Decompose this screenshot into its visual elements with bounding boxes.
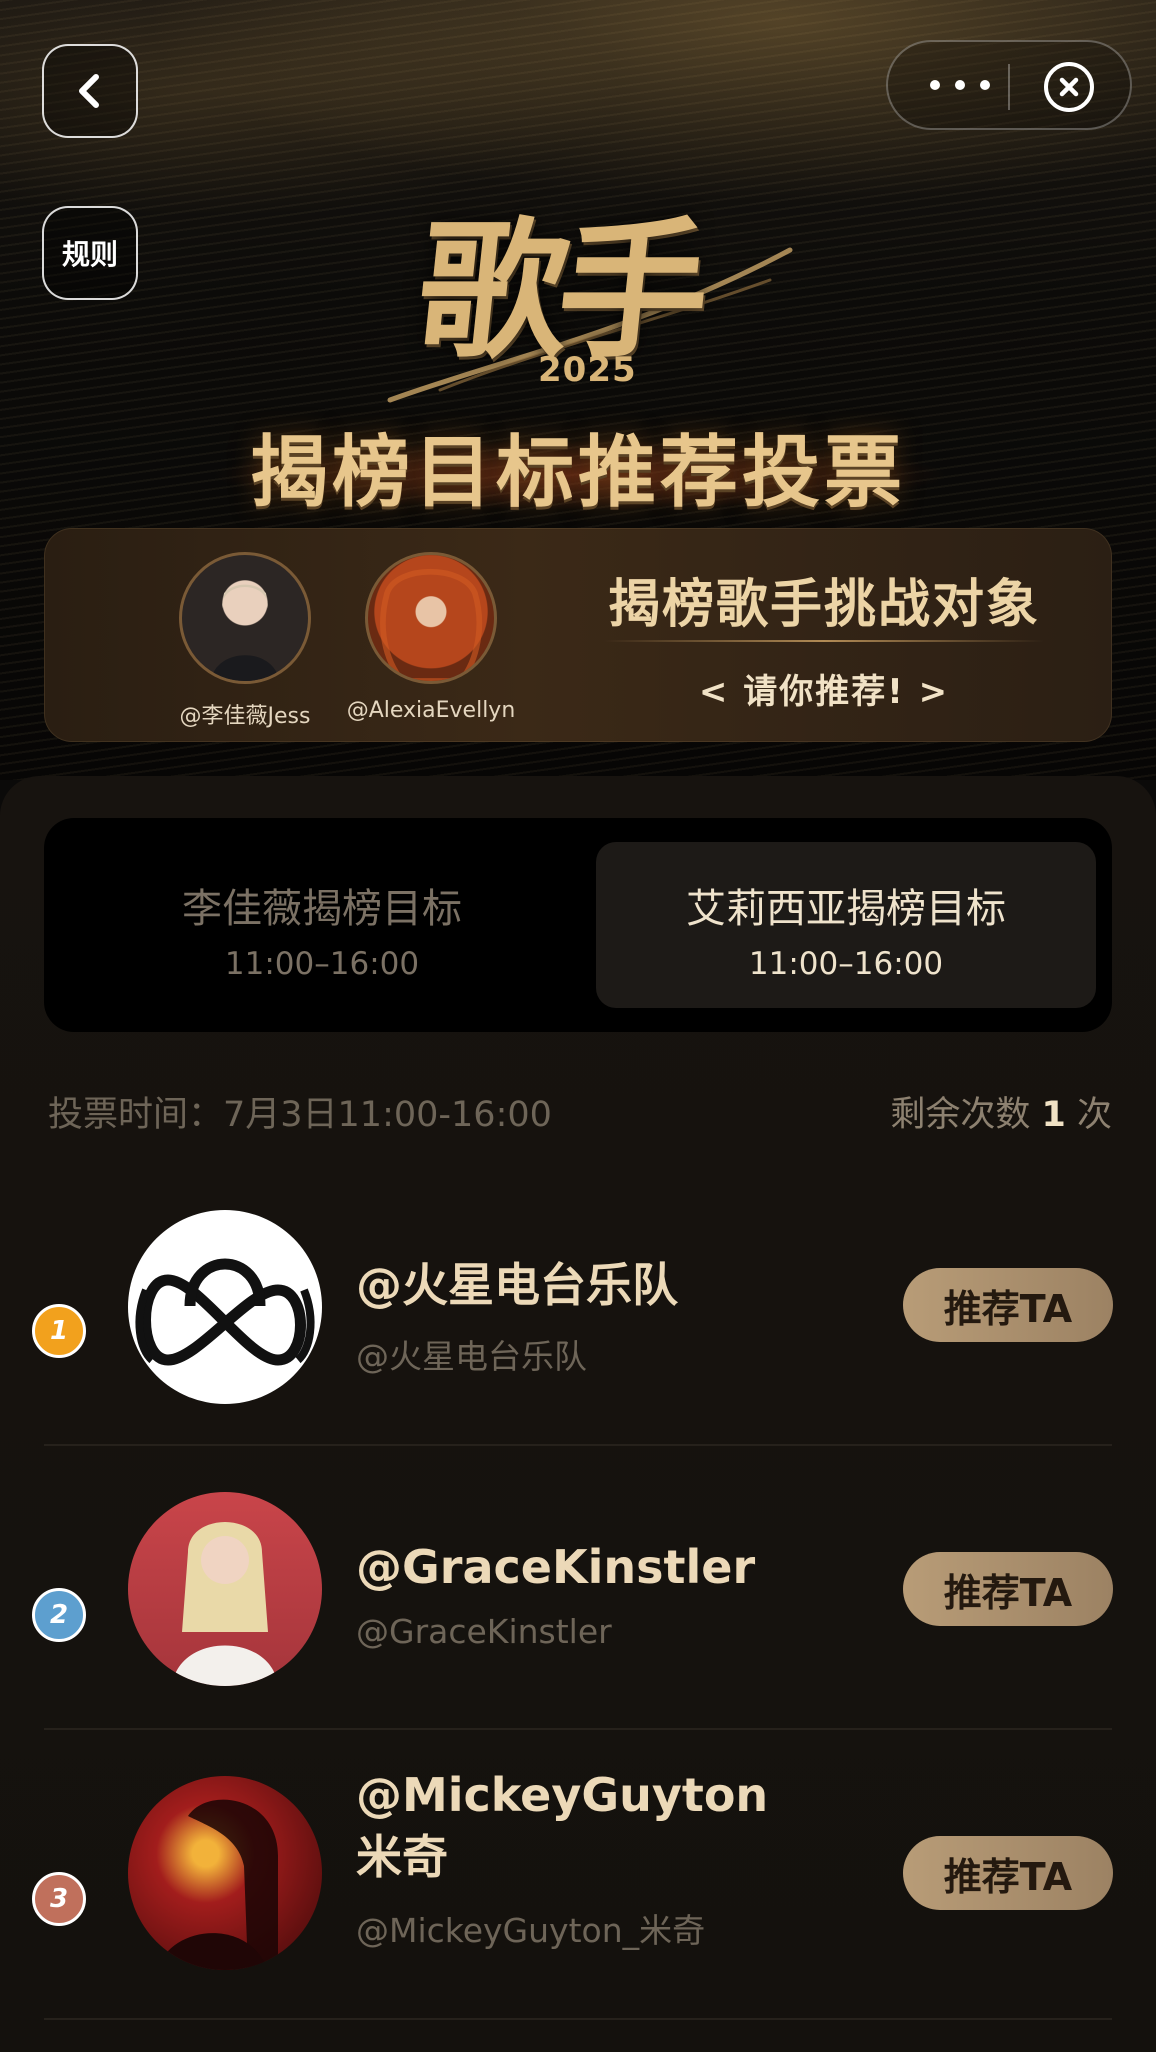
candidate-handle: @GraceKinstler [356,1612,612,1651]
avatar [128,1492,322,1686]
rank-badge: 3 [32,1872,86,1926]
person-icon [172,1522,278,1686]
challenger-jess: @李佳薇Jess [140,552,350,730]
rank-badge: 1 [32,1304,86,1358]
tab-time: 11:00–16:00 [748,946,944,982]
capsule-divider [1008,64,1010,110]
tab-jess-target[interactable]: 李佳薇揭榜目标 11:00–16:00 [72,842,572,1008]
candidate-handle: @MickeyGuyton_米奇 [356,1911,706,1950]
recommend-button[interactable]: 推荐TA [903,1836,1113,1910]
candidate-name-line1: @MickeyGuyton [356,1768,769,1822]
candidate-row: 1 @火星电台乐队 @火星电台乐队 推荐TA [0,1164,1156,1448]
rules-label: 规则 [61,238,118,271]
mini-program-capsule [886,40,1132,130]
tab-label: 艾莉西亚揭榜目标 [686,886,1006,932]
logo-year: 2025 [538,350,637,390]
recommend-button[interactable]: 推荐TA [903,1552,1113,1626]
show-logo: 歌手 2025 [380,160,800,403]
candidate-name: @火星电台乐队 [356,1258,678,1312]
chevron-left-icon [79,74,99,108]
avatar [365,552,497,684]
challenge-subheading: < 请你推荐! > [698,672,950,712]
row-divider [44,1444,1112,1446]
row-divider [44,2018,1112,2020]
person-icon [380,568,483,681]
tab-alexia-target[interactable]: 艾莉西亚揭榜目标 11:00–16:00 [596,842,1096,1008]
band-logo-icon [135,1258,315,1366]
close-button[interactable] [1044,62,1094,112]
challenger-handle: @AlexiaEvellyn [346,698,516,723]
avatar [128,1776,322,1970]
remaining-votes: 剩余次数 1 次 [890,1086,1112,1137]
person-icon [158,1799,278,1970]
rank-badge: 2 [32,1588,86,1642]
recommend-button[interactable]: 推荐TA [903,1268,1113,1342]
remaining-suffix: 次 [1076,1095,1112,1135]
rules-button[interactable]: 规则 [42,206,138,300]
target-tabs: 李佳薇揭榜目标 11:00–16:00 艾莉西亚揭榜目标 11:00–16:00 [44,818,1112,1032]
close-icon [1059,77,1079,97]
remaining-count: 1 [1041,1095,1066,1135]
remaining-prefix: 剩余次数 [890,1095,1031,1135]
avatar [179,552,311,684]
person-icon [210,584,280,681]
candidate-row: 2 @GraceKinstler @GraceKinstler 推荐TA [0,1448,1156,1732]
challenger-handle: @李佳薇Jess [179,704,311,729]
tab-label: 李佳薇揭榜目标 [182,886,462,932]
avatar [128,1210,322,1404]
heading-underline [604,640,1044,642]
page-title: 揭榜目标推荐投票 [249,427,906,518]
tab-time: 11:00–16:00 [224,946,420,982]
back-button[interactable] [42,44,138,138]
challenge-card: @李佳薇Jess @AlexiaEvellyn 揭榜歌手挑战对象 < 请你推荐!… [44,528,1112,742]
more-options-icon[interactable] [930,70,990,100]
candidate-name-line2: 米奇 [356,1830,448,1884]
challenge-heading: 揭榜歌手挑战对象 [607,574,1040,635]
candidate-handle: @火星电台乐队 [356,1337,587,1376]
candidate-row: 3 @MickeyGuyton 米奇 @MickeyGuyton_米奇 推荐TA [0,1732,1156,2016]
vote-time: 投票时间：7月3日11:00-16:00 [48,1095,552,1135]
candidate-name: @GraceKinstler [356,1540,756,1594]
candidate-name: @MickeyGuyton 米奇 [356,1764,768,1888]
row-divider [44,1728,1112,1730]
challenger-alexia: @AlexiaEvellyn [326,552,536,723]
